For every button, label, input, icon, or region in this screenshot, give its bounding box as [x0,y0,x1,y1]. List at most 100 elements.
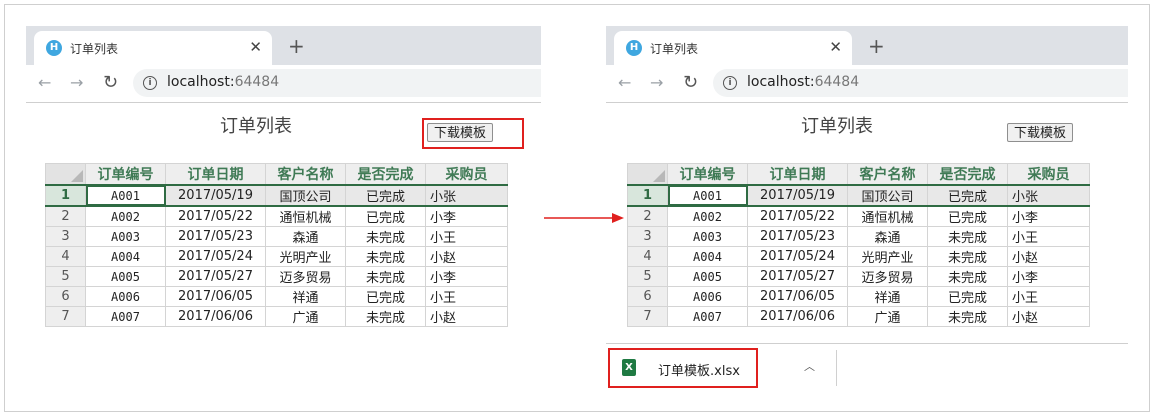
row-number[interactable]: 3 [627,226,668,247]
table-cell[interactable]: A002 [85,205,166,227]
table-row[interactable]: 1 A001 2017/05/19 国顶公司 已完成 小张 [627,184,1090,207]
row-number[interactable]: 4 [627,246,668,267]
row-number[interactable]: 7 [627,306,668,327]
table-row[interactable]: 7 A007 2017/06/06 广通 未完成 小赵 [627,306,1090,327]
row-number[interactable]: 5 [627,266,668,287]
table-cell[interactable]: 未完成 [345,306,426,327]
table-cell[interactable]: A004 [85,246,166,267]
table-row[interactable]: 3 A003 2017/05/23 森通 未完成 小王 [45,226,508,247]
table-cell[interactable]: 2017/05/27 [165,266,266,287]
table-cell[interactable]: A003 [85,226,166,247]
table-cell[interactable]: 已完成 [345,286,426,307]
table-cell[interactable]: 2017/05/24 [165,246,266,267]
table-cell[interactable]: A005 [667,266,748,287]
table-cell[interactable]: 未完成 [927,246,1008,267]
table-cell[interactable]: A002 [667,205,748,227]
table-cell[interactable]: 2017/05/22 [165,205,266,227]
column-header[interactable]: 采购员 [1007,163,1090,186]
table-cell[interactable]: 2017/05/22 [747,205,848,227]
table-cell[interactable]: 通恒机械 [847,205,928,227]
table-cell[interactable]: 小王 [425,226,508,247]
back-icon[interactable]: ← [618,73,631,92]
column-header[interactable]: 采购员 [425,163,508,186]
table-cell[interactable]: 未完成 [345,226,426,247]
row-number[interactable]: 6 [627,286,668,307]
column-header[interactable]: 客户名称 [265,163,346,186]
table-cell[interactable]: 广通 [265,306,346,327]
table-cell[interactable]: 已完成 [927,205,1008,227]
table-cell[interactable]: 小张 [425,184,508,207]
table-cell[interactable]: 祥通 [847,286,928,307]
table-cell[interactable]: 小赵 [1007,306,1090,327]
column-header[interactable]: 订单编号 [667,163,748,186]
site-info-icon[interactable]: i [723,76,737,90]
select-all-corner[interactable] [45,163,86,186]
table-cell[interactable]: 迈多贸易 [847,266,928,287]
table-cell[interactable]: 未完成 [927,266,1008,287]
table-cell[interactable]: 小王 [425,286,508,307]
table-cell[interactable]: 小李 [1007,205,1090,227]
table-cell[interactable]: 国顶公司 [265,184,346,207]
table-cell[interactable]: 未完成 [927,306,1008,327]
column-header[interactable]: 订单编号 [85,163,166,186]
tab-order-list[interactable]: H 订单列表 ✕ [614,31,852,65]
table-cell[interactable]: A001 [667,184,748,207]
table-cell[interactable]: A006 [85,286,166,307]
table-row[interactable]: 5 A005 2017/05/27 迈多贸易 未完成 小李 [627,266,1090,287]
forward-icon[interactable]: → [70,73,83,92]
row-number[interactable]: 2 [45,205,86,227]
table-cell[interactable]: 2017/05/23 [747,226,848,247]
column-header[interactable]: 客户名称 [847,163,928,186]
table-row[interactable]: 7 A007 2017/06/06 广通 未完成 小赵 [45,306,508,327]
column-header[interactable]: 是否完成 [345,163,426,186]
table-cell[interactable]: 光明产业 [265,246,346,267]
table-cell[interactable]: 通恒机械 [265,205,346,227]
table-cell[interactable]: 2017/06/06 [165,306,266,327]
table-cell[interactable]: 2017/05/19 [165,184,266,207]
table-cell[interactable]: 小赵 [1007,246,1090,267]
row-number[interactable]: 5 [45,266,86,287]
address-bar[interactable]: i localhost:64484 [713,69,1128,97]
table-cell[interactable]: 光明产业 [847,246,928,267]
reload-icon[interactable]: ↻ [683,72,698,93]
row-number[interactable]: 6 [45,286,86,307]
table-cell[interactable]: 已完成 [927,286,1008,307]
address-bar[interactable]: i localhost:64484 [133,69,541,97]
table-cell[interactable]: 森通 [847,226,928,247]
table-cell[interactable]: A001 [85,184,166,207]
select-all-corner[interactable] [627,163,668,186]
table-cell[interactable]: 小赵 [425,306,508,327]
row-number[interactable]: 4 [45,246,86,267]
table-cell[interactable]: 国顶公司 [847,184,928,207]
table-row[interactable]: 1 A001 2017/05/19 国顶公司 已完成 小张 [45,184,508,207]
column-header[interactable]: 订单日期 [165,163,266,186]
table-cell[interactable]: 祥通 [265,286,346,307]
site-info-icon[interactable]: i [143,76,157,90]
back-icon[interactable]: ← [38,73,51,92]
column-header[interactable]: 是否完成 [927,163,1008,186]
row-number[interactable]: 2 [627,205,668,227]
table-cell[interactable]: A007 [85,306,166,327]
table-row[interactable]: 4 A004 2017/05/24 光明产业 未完成 小赵 [45,246,508,267]
table-cell[interactable]: A007 [667,306,748,327]
table-row[interactable]: 3 A003 2017/05/23 森通 未完成 小王 [627,226,1090,247]
table-cell[interactable]: 已完成 [927,184,1008,207]
table-row[interactable]: 2 A002 2017/05/22 通恒机械 已完成 小李 [45,205,508,227]
table-cell[interactable]: A003 [667,226,748,247]
table-cell[interactable]: A006 [667,286,748,307]
reload-icon[interactable]: ↻ [103,72,118,93]
row-number[interactable]: 7 [45,306,86,327]
new-tab-icon[interactable]: + [868,34,885,58]
table-cell[interactable]: 2017/05/27 [747,266,848,287]
table-row[interactable]: 6 A006 2017/06/05 祥通 已完成 小王 [627,286,1090,307]
table-row[interactable]: 4 A004 2017/05/24 光明产业 未完成 小赵 [627,246,1090,267]
table-cell[interactable]: 已完成 [345,184,426,207]
row-number[interactable]: 1 [627,184,668,207]
download-template-button[interactable]: 下载模板 [427,123,494,142]
download-template-button[interactable]: 下载模板 [1007,123,1074,142]
forward-icon[interactable]: → [650,73,663,92]
table-cell[interactable]: 已完成 [345,205,426,227]
table-cell[interactable]: A004 [667,246,748,267]
table-cell[interactable]: 小李 [425,266,508,287]
table-cell[interactable]: 未完成 [927,226,1008,247]
